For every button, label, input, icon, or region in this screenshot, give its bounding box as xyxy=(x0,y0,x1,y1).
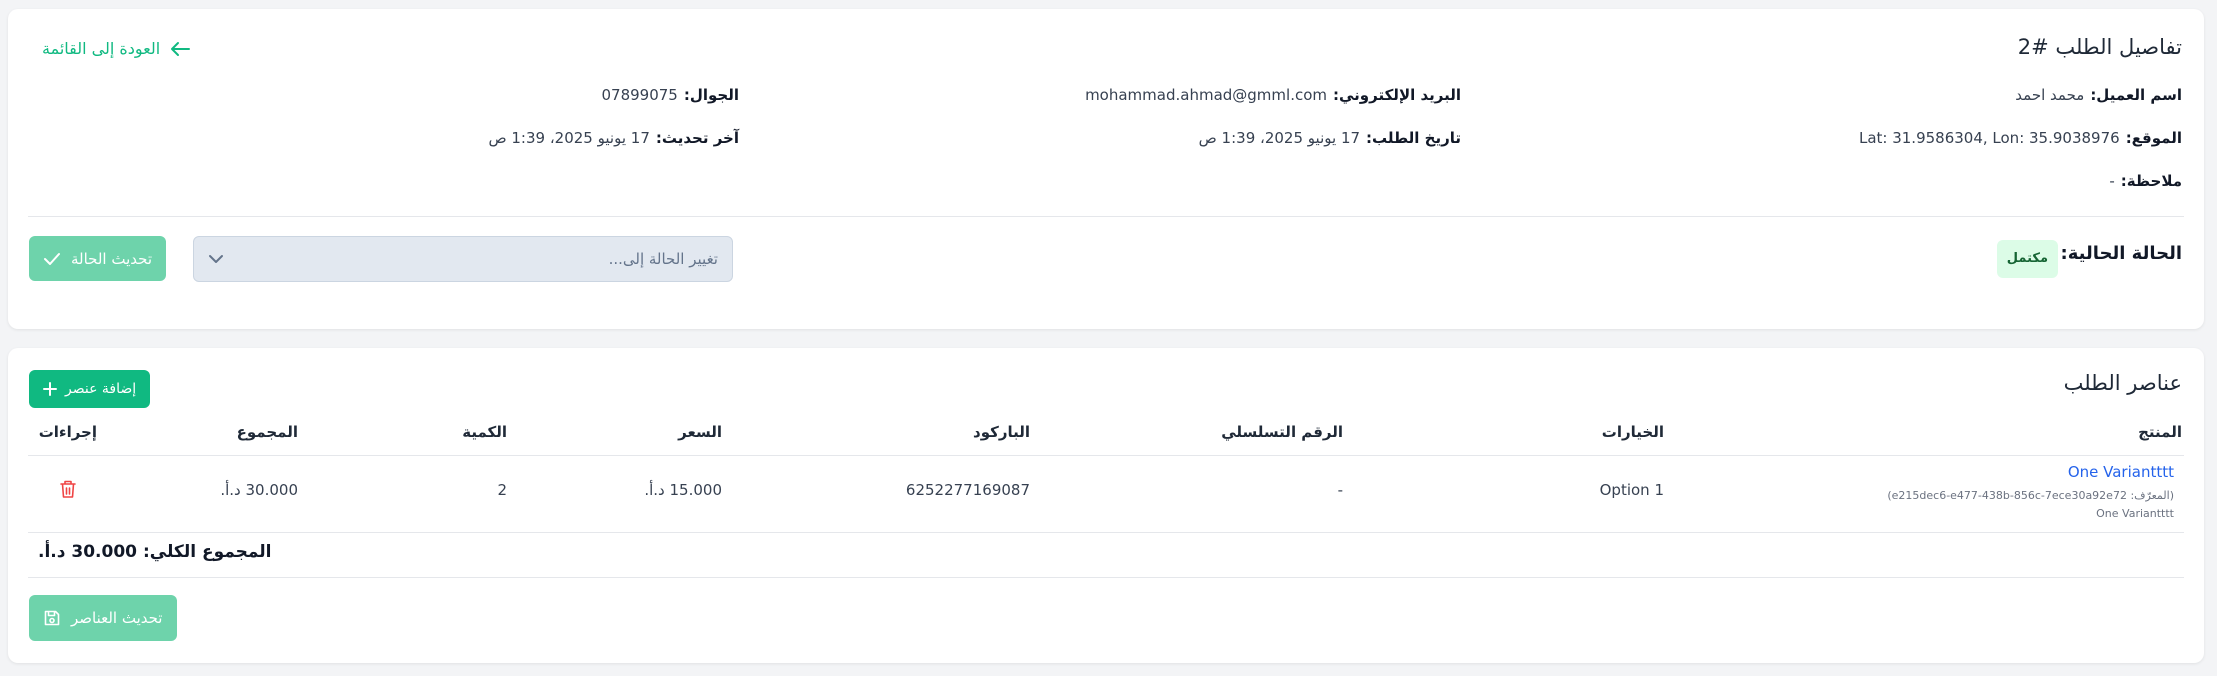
last-update-field: آخر تحديث: 17 يونيو 2025، 1:39 ص xyxy=(488,129,739,147)
phone-field: الجوال: 07899075 xyxy=(601,86,739,104)
divider xyxy=(28,577,2184,578)
email-label: البريد الإلكتروني: xyxy=(1333,86,1461,104)
divider xyxy=(28,216,2184,217)
update-items-label: تحديث العناصر xyxy=(71,609,163,627)
check-icon xyxy=(43,252,61,266)
location-field: الموقع: Lat: 31.9586304, Lon: 35.9038976 xyxy=(1859,129,2182,147)
customer-name-field: اسم العميل: محمد احمد xyxy=(2015,86,2182,104)
cell-barcode: 6252277169087 xyxy=(905,481,1030,499)
email-value: mohammad.ahmad@gmml.com xyxy=(1085,86,1327,104)
current-status-label: الحالة الحالية: xyxy=(2060,243,2182,264)
column-header-product: المنتج xyxy=(2138,423,2182,441)
customer-name-value: محمد احمد xyxy=(2015,86,2085,104)
order-date-value: 17 يونيو 2025، 1:39 ص xyxy=(1198,129,1361,147)
chevron-down-icon xyxy=(208,254,224,264)
column-header-actions: إجراءات xyxy=(38,423,97,441)
trash-icon xyxy=(59,479,77,499)
add-item-button[interactable]: إضافة عنصر xyxy=(29,370,151,408)
cell-serial: - xyxy=(1337,481,1343,499)
product-subtitle: One Variantttt xyxy=(2096,507,2174,520)
save-icon xyxy=(43,609,61,627)
column-header-serial: الرقم التسلسلي xyxy=(1221,423,1343,441)
email-field: البريد الإلكتروني: mohammad.ahmad@gmml.c… xyxy=(1085,86,1461,104)
customer-name-label: اسم العميل: xyxy=(2090,86,2182,104)
product-id: (المعرّف: e215dec6-e477-438b-856c-7ece30… xyxy=(1887,489,2174,502)
grand-total: المجموع الكلي: 30.000 د.أ. xyxy=(38,542,271,562)
cell-price: 15.000 د.أ. xyxy=(644,481,722,499)
column-header-price: السعر xyxy=(678,423,722,441)
order-date-field: تاريخ الطلب: 17 يونيو 2025، 1:39 ص xyxy=(1199,129,1461,147)
update-status-label: تحديث الحالة xyxy=(71,249,153,268)
divider xyxy=(28,532,2184,533)
phone-label: الجوال: xyxy=(683,86,739,104)
cell-quantity: 2 xyxy=(497,481,507,499)
last-update-label: آخر تحديث: xyxy=(655,129,739,147)
arrow-left-icon xyxy=(170,41,191,57)
column-header-total: المجموع xyxy=(236,423,298,441)
order-items-card: عناصر الطلب إضافة عنصر المنتج الخيارات ا… xyxy=(8,348,2204,663)
back-to-list-link[interactable]: العودة إلى القائمة xyxy=(42,39,191,58)
update-status-button[interactable]: تحديث الحالة xyxy=(29,236,167,281)
product-name-link[interactable]: One Variantttt xyxy=(2068,463,2174,481)
cell-options: Option 1 xyxy=(1599,481,1664,499)
column-header-quantity: الكمية xyxy=(462,423,507,441)
phone-value: 07899075 xyxy=(601,86,678,104)
grand-total-value: 30.000 د.أ. xyxy=(38,542,137,562)
last-update-value: 17 يونيو 2025، 1:39 ص xyxy=(488,129,650,147)
status-select-placeholder: تغيير الحالة إلى... xyxy=(608,250,718,268)
page-title: تفاصيل الطلب #2 xyxy=(2017,35,2182,59)
grand-total-label: المجموع الكلي: xyxy=(143,542,272,562)
back-link-label: العودة إلى القائمة xyxy=(42,39,161,58)
add-item-label: إضافة عنصر xyxy=(65,381,137,397)
divider xyxy=(28,455,2184,456)
order-details-card: تفاصيل الطلب #2 العودة إلى القائمة اسم ا… xyxy=(8,9,2204,329)
note-field: ملاحظة: - xyxy=(2109,172,2182,190)
status-badge: مكتمل xyxy=(1996,240,2058,278)
column-header-barcode: الباركود xyxy=(973,423,1030,441)
plus-icon xyxy=(43,382,57,396)
update-items-button[interactable]: تحديث العناصر xyxy=(29,595,177,641)
location-label: الموقع: xyxy=(2125,129,2182,147)
column-header-options: الخيارات xyxy=(1601,423,1664,441)
status-select[interactable]: تغيير الحالة إلى... xyxy=(193,236,733,282)
note-label: ملاحظة: xyxy=(2120,172,2182,190)
location-value: Lat: 31.9586304, Lon: 35.9038976 xyxy=(1858,129,2120,147)
order-date-label: تاريخ الطلب: xyxy=(1366,129,1461,147)
note-value: - xyxy=(2109,172,2115,190)
cell-total: 30.000 د.أ. xyxy=(220,481,298,499)
items-section-title: عناصر الطلب xyxy=(2063,371,2182,395)
delete-row-button[interactable] xyxy=(59,479,77,499)
